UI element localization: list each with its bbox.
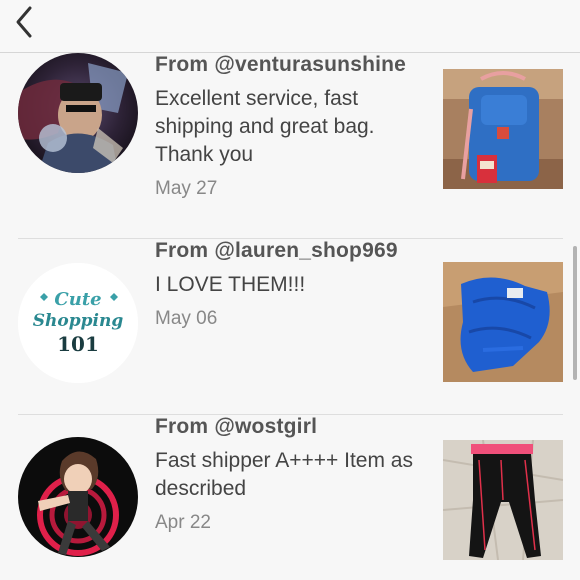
review-date: May 06	[155, 308, 218, 329]
avatar-image	[18, 53, 138, 173]
listing-thumbnail[interactable]	[443, 262, 563, 382]
listing-image	[443, 262, 563, 382]
review-list[interactable]: From @venturasunshine Excellent service,…	[0, 53, 580, 580]
listing-image	[443, 69, 563, 189]
scrollbar[interactable]	[573, 246, 577, 380]
svg-text:Cute: Cute	[54, 289, 101, 310]
listing-thumbnail[interactable]	[443, 440, 563, 560]
review-item: From @wostgirl Fast shipper A++++ Item a…	[0, 415, 580, 580]
review-comment: Excellent service, fast shipping and gre…	[155, 87, 375, 166]
review-date: Apr 22	[155, 512, 211, 533]
review-date: May 27	[155, 178, 218, 199]
review-comment: Fast shipper A++++ Item as described	[155, 449, 413, 500]
avatar[interactable]	[18, 53, 138, 173]
avatar[interactable]: Cute Shopping 101	[18, 263, 138, 383]
back-button[interactable]	[8, 4, 40, 40]
svg-text:101: 101	[57, 332, 99, 356]
listing-thumbnail[interactable]	[443, 69, 563, 189]
avatar-image: Cute Shopping 101	[18, 263, 138, 383]
review-text: From @venturasunshine Excellent service,…	[155, 53, 420, 200]
review-text: From @wostgirl Fast shipper A++++ Item a…	[155, 415, 420, 534]
review-comment: I LOVE THEM!!!	[155, 273, 306, 296]
review-author[interactable]: From @venturasunshine	[155, 53, 420, 77]
review-item: From @venturasunshine Excellent service,…	[0, 53, 580, 238]
svg-text:Shopping: Shopping	[33, 311, 124, 331]
avatar-image	[18, 437, 138, 557]
review-author[interactable]: From @lauren_shop969	[155, 239, 420, 263]
reviews-screen: From @venturasunshine Excellent service,…	[0, 0, 580, 580]
review-item: Cute Shopping 101 From @lauren_shop969 I…	[0, 239, 580, 414]
review-text: From @lauren_shop969 I LOVE THEM!!! May …	[155, 239, 420, 330]
chevron-left-icon	[16, 6, 32, 38]
top-bar	[0, 0, 580, 53]
avatar[interactable]	[18, 437, 138, 557]
review-author[interactable]: From @wostgirl	[155, 415, 420, 439]
listing-image	[443, 440, 563, 560]
